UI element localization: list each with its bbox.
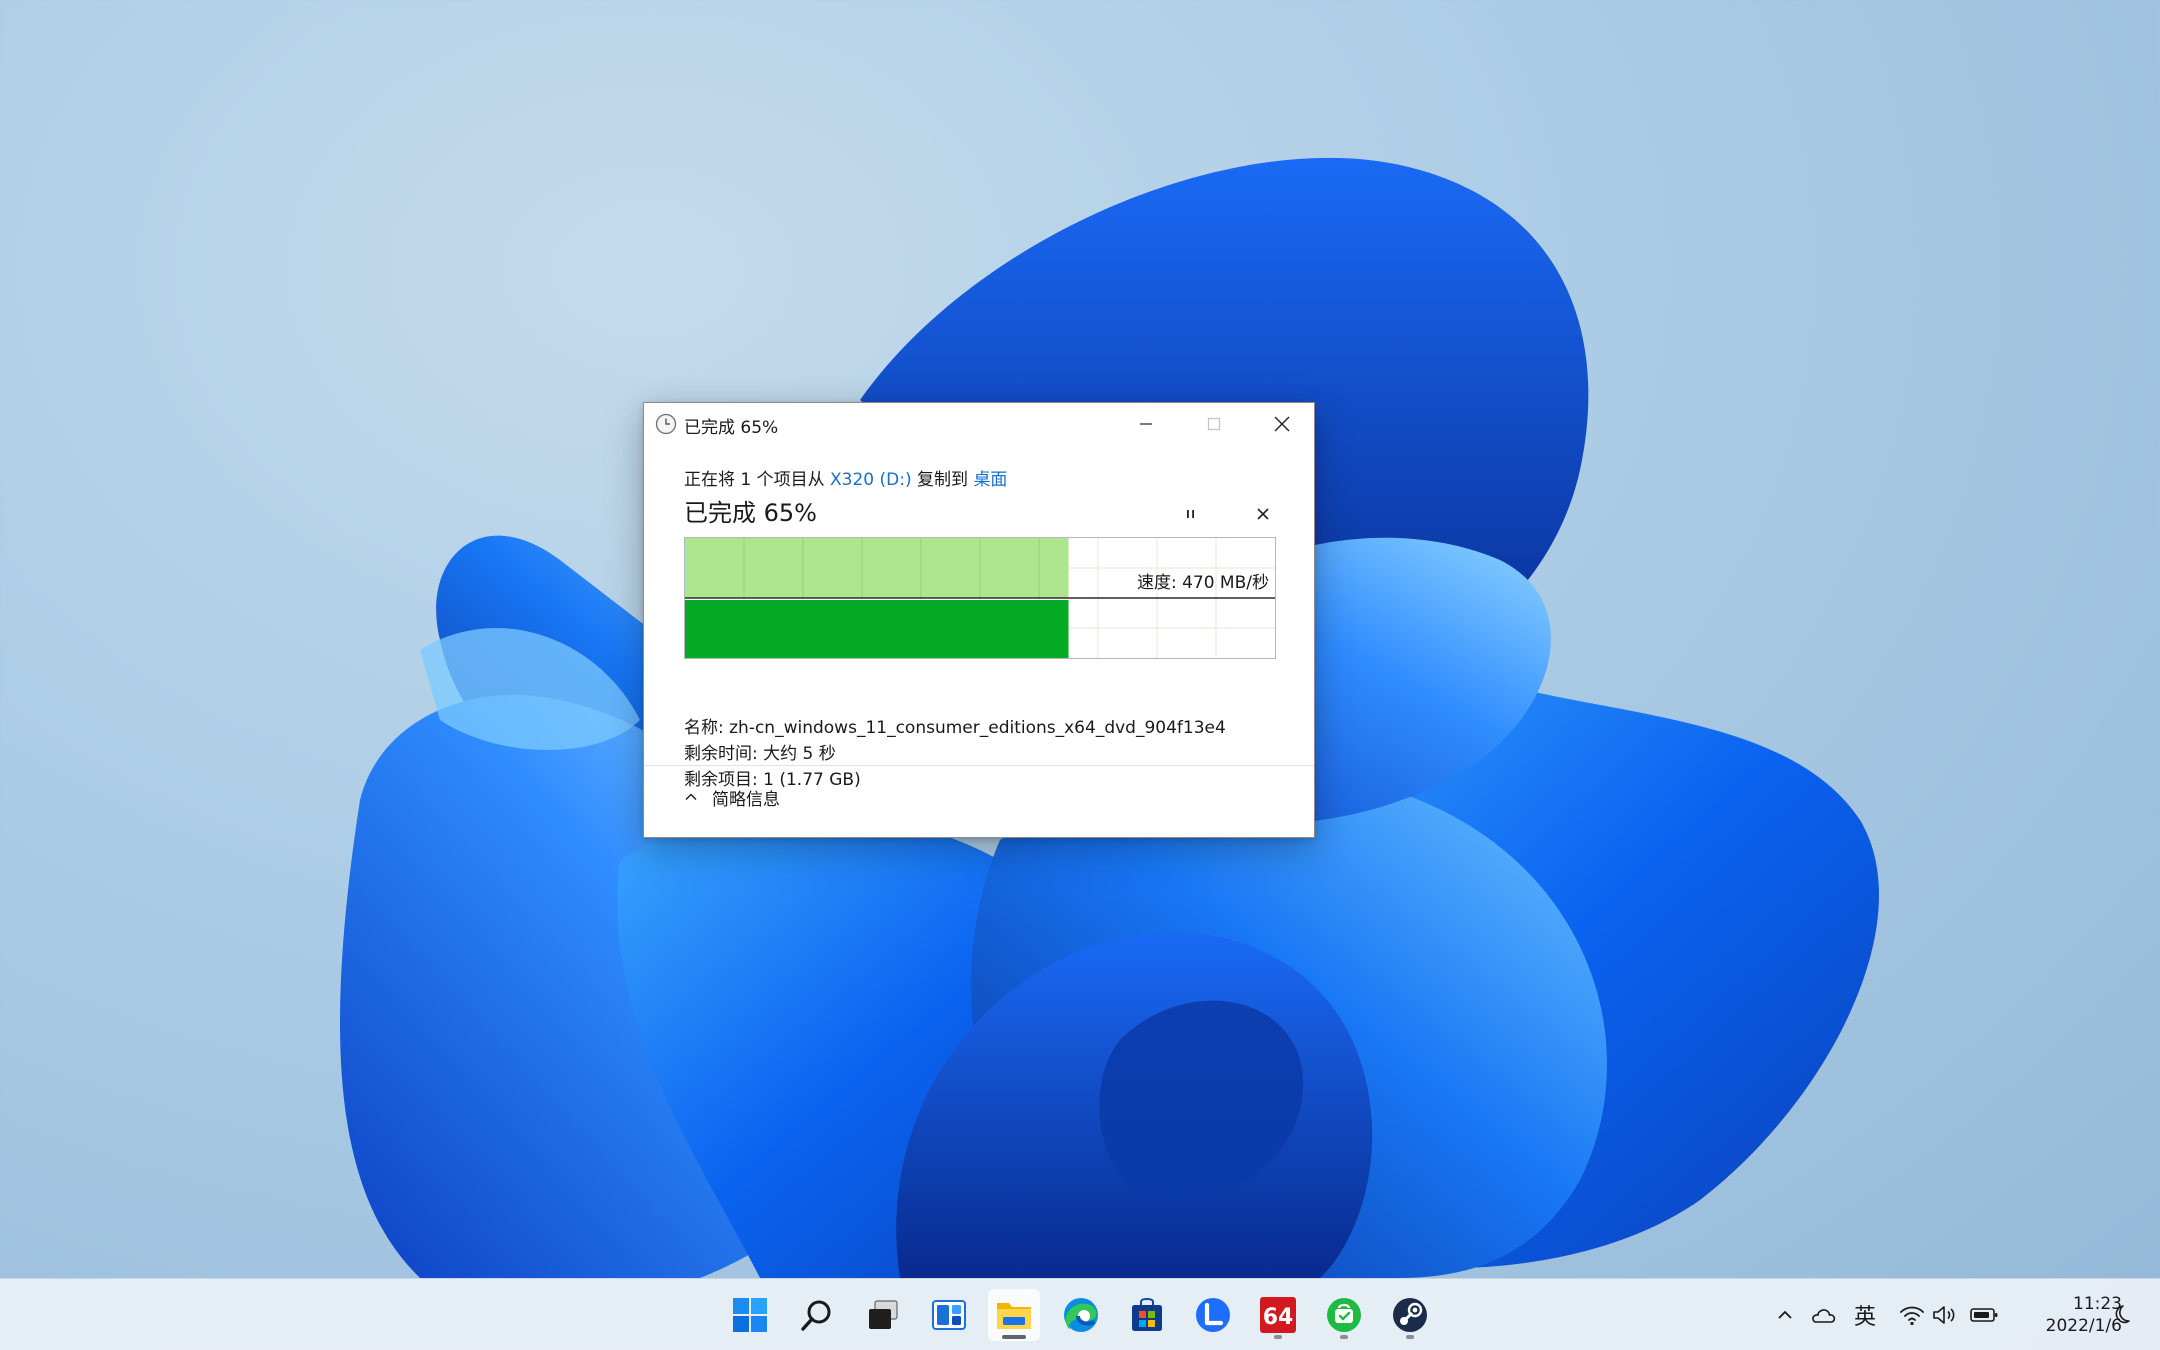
copy-description: 正在将 1 个项目从 X320 (D:) 复制到 桌面 bbox=[684, 465, 1007, 490]
maximize-icon bbox=[1207, 417, 1221, 431]
running-indicator bbox=[1002, 1335, 1026, 1339]
fewer-details-toggle[interactable]: 简略信息 bbox=[684, 781, 780, 813]
windows-start-icon bbox=[733, 1298, 767, 1332]
widgets-button[interactable] bbox=[923, 1289, 975, 1341]
dialog-titlebar[interactable]: 已完成 65% bbox=[644, 403, 1314, 445]
maximize-button[interactable] bbox=[1180, 403, 1248, 445]
microsoft-store-button[interactable] bbox=[1121, 1289, 1173, 1341]
footer-divider bbox=[644, 765, 1314, 766]
aida64-icon: 64 bbox=[1260, 1297, 1296, 1333]
task-view-button[interactable] bbox=[857, 1289, 909, 1341]
copy-progress-dialog: 已完成 65% 正在将 1 个项目从 X320 (D:) 复制到 桌面 已完成 … bbox=[643, 402, 1315, 838]
dialog-title: 已完成 65% bbox=[684, 418, 779, 438]
progress-bar-fill bbox=[685, 600, 1069, 658]
search-button[interactable] bbox=[791, 1289, 843, 1341]
taskbar: 64 英 11:23 2022/1/6 bbox=[0, 1278, 2160, 1350]
running-indicator bbox=[1274, 1335, 1282, 1339]
ime-label: 英 bbox=[1853, 1305, 1876, 1330]
steam-button[interactable] bbox=[1384, 1289, 1436, 1341]
input-method-indicator[interactable]: 英 bbox=[1848, 1279, 1882, 1350]
clock-icon bbox=[655, 413, 677, 435]
show-hidden-icons-button[interactable] bbox=[1770, 1279, 1800, 1350]
edge-icon bbox=[1064, 1298, 1098, 1332]
lark-button[interactable] bbox=[1187, 1289, 1239, 1341]
onedrive-button[interactable] bbox=[1806, 1279, 1840, 1350]
running-indicator bbox=[1406, 1335, 1414, 1339]
pause-button[interactable] bbox=[1176, 499, 1206, 529]
source-link[interactable]: X320 (D:) bbox=[830, 470, 912, 490]
minimize-icon bbox=[1140, 423, 1152, 425]
moon-icon bbox=[2115, 1305, 2130, 1324]
wifi-icon bbox=[1900, 1306, 1924, 1326]
file-name-line: 名称: zh-cn_windows_11_consumer_editions_x… bbox=[684, 718, 1226, 738]
cancel-copy-button[interactable] bbox=[1248, 499, 1278, 529]
focus-assist-button[interactable] bbox=[2102, 1279, 2138, 1350]
time-remaining-line: 剩余时间: 大约 5 秒 bbox=[684, 744, 836, 764]
edge-button[interactable] bbox=[1055, 1289, 1107, 1341]
wechat-icon bbox=[1327, 1298, 1361, 1332]
transfer-speed-graph: 速度: 470 MB/秒 bbox=[684, 537, 1276, 659]
network-button[interactable] bbox=[1894, 1279, 1930, 1350]
aida64-button[interactable]: 64 bbox=[1252, 1289, 1304, 1341]
minimize-button[interactable] bbox=[1112, 403, 1180, 445]
file-explorer-button[interactable] bbox=[988, 1289, 1040, 1341]
task-view-icon bbox=[869, 1300, 898, 1329]
lark-icon bbox=[1196, 1298, 1230, 1332]
battery-button[interactable] bbox=[1966, 1279, 2002, 1350]
volume-icon bbox=[1933, 1306, 1955, 1324]
aida64-label: 64 bbox=[1263, 1305, 1294, 1330]
start-button[interactable] bbox=[724, 1289, 776, 1341]
microsoft-store-icon bbox=[1132, 1297, 1162, 1331]
progress-status-heading: 已完成 65% bbox=[684, 499, 817, 527]
chevron-up-icon bbox=[685, 793, 697, 801]
cloud-icon bbox=[1812, 1309, 1836, 1323]
search-icon bbox=[801, 1300, 831, 1331]
copy-middle: 复制到 bbox=[911, 470, 974, 490]
destination-link[interactable]: 桌面 bbox=[973, 470, 1007, 490]
wechat-button[interactable] bbox=[1318, 1289, 1370, 1341]
widgets-icon bbox=[932, 1300, 966, 1330]
file-explorer-icon bbox=[997, 1303, 1031, 1329]
fewer-details-label: 简略信息 bbox=[712, 789, 780, 810]
pause-icon bbox=[1187, 510, 1194, 518]
close-button[interactable] bbox=[1248, 403, 1316, 445]
speed-area bbox=[685, 538, 1069, 598]
battery-icon bbox=[1970, 1308, 1998, 1322]
running-indicator bbox=[1340, 1335, 1348, 1339]
speed-label: 速度: 470 MB/秒 bbox=[1137, 573, 1269, 593]
copy-prefix: 正在将 1 个项目从 bbox=[684, 470, 831, 490]
close-icon bbox=[1274, 416, 1290, 432]
chevron-up-icon bbox=[1778, 1310, 1792, 1319]
steam-icon bbox=[1393, 1298, 1427, 1332]
close-icon bbox=[1257, 508, 1269, 520]
volume-button[interactable] bbox=[1928, 1279, 1962, 1350]
